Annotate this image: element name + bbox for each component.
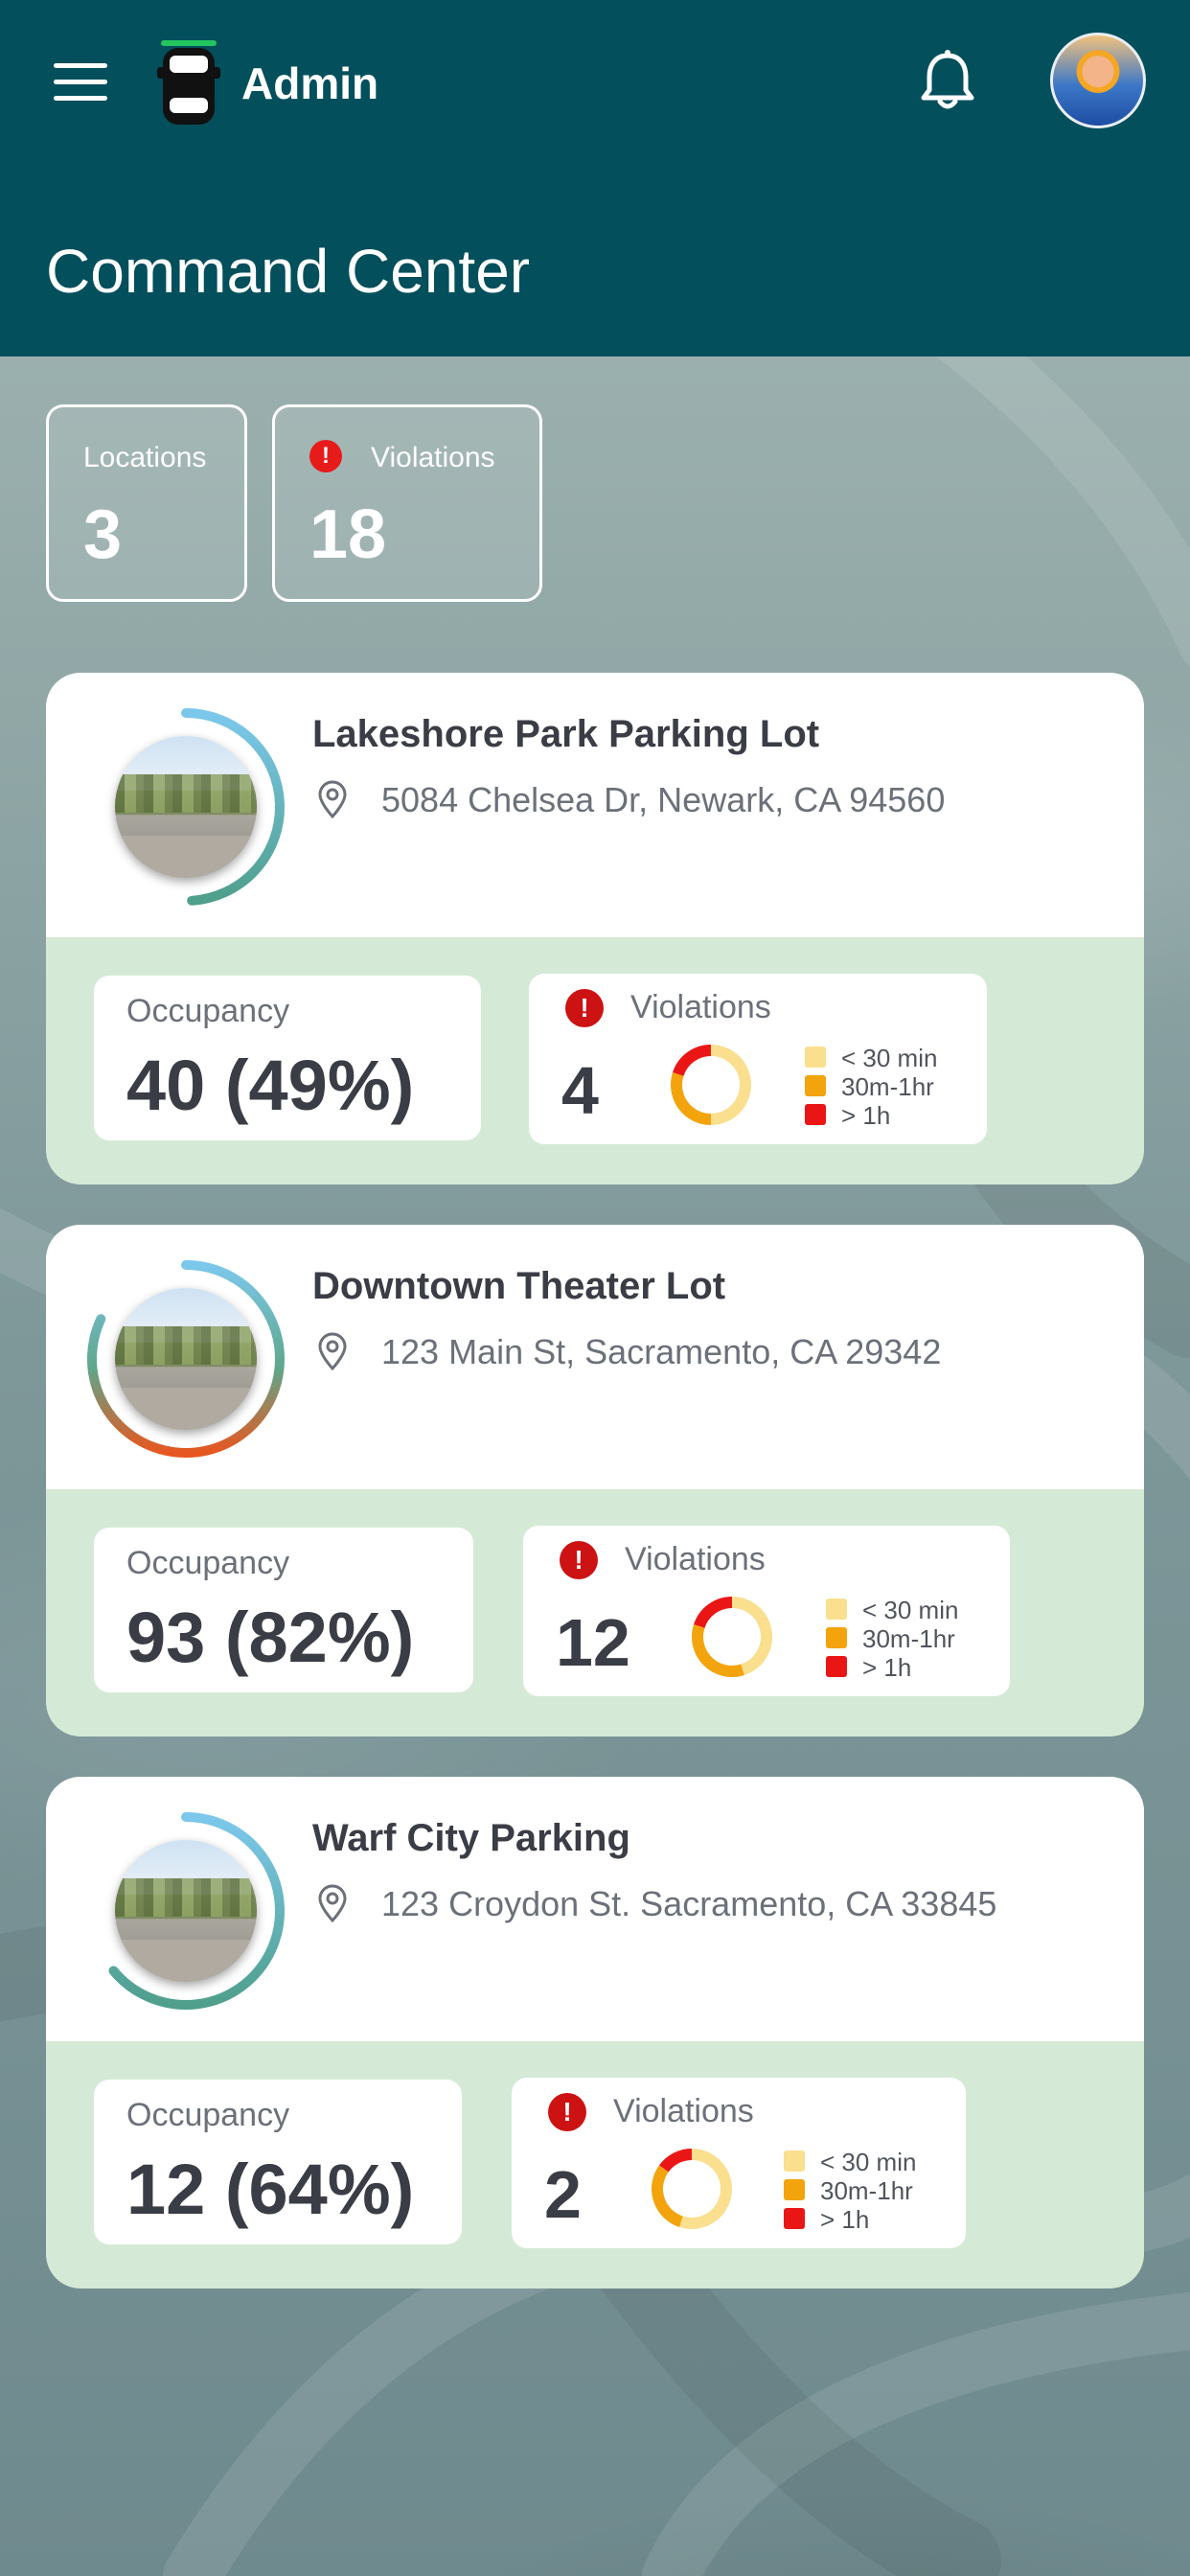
legend-lt30: < 30 min [820,2148,917,2176]
location-address: 5084 Chelsea Dr, Newark, CA 94560 [381,780,946,819]
donut-slice-30m-1h [652,2165,684,2227]
legend-lt30: < 30 min [841,1044,938,1072]
hamburger-menu-icon[interactable] [54,63,107,102]
location-name: Downtown Theater Lot [312,1265,726,1307]
alert-icon: ! [565,989,604,1027]
violations-stat-label: Violations [371,442,495,473]
user-avatar[interactable] [1050,33,1146,128]
alert-icon: ! [560,1541,598,1579]
location-address: 123 Main St, Sacramento, CA 29342 [381,1332,942,1371]
legend-gt1h: > 1h [841,1101,891,1130]
donut-slice-lt30 [731,1597,772,1675]
legend-30m-1h: 30m-1hr [841,1072,934,1101]
map-pin-icon [318,1884,347,1922]
occupancy-label: Occupancy [126,993,290,1029]
occupancy-box: Occupancy 12 (64%) [94,2080,462,2244]
violations-legend: < 30 min 30m-1hr > 1h [784,2147,918,2234]
location-name: Lakeshore Park Parking Lot [312,713,820,755]
donut-slice-gt1h [694,1597,733,1629]
legend-gt1h: > 1h [862,1653,912,1682]
violations-label: Violations [613,2093,754,2129]
occupancy-box: Occupancy 93 (82%) [94,1528,473,1692]
page-title: Command Center [46,237,531,306]
location-card[interactable]: Downtown Theater Lot 123 Main St, Sacram… [46,1225,1144,1736]
occupancy-label: Occupancy [126,1545,290,1581]
location-card-header: Lakeshore Park Parking Lot 5084 Chelsea … [46,673,1144,937]
location-card-header: Warf City Parking 123 Croydon St. Sacram… [46,1777,1144,2041]
alert-icon: ! [309,440,342,472]
location-card-header: Downtown Theater Lot 123 Main St, Sacram… [46,1225,1144,1489]
violations-label: Violations [630,989,771,1025]
donut-slice-30m-1h [692,1624,744,1677]
violations-value: 2 [544,2157,582,2232]
location-thumbnail [115,1840,257,1982]
bell-icon[interactable] [918,50,977,113]
occupancy-value: 12 (64%) [126,2150,415,2229]
app-title: Admin [241,58,379,108]
donut-slice-lt30 [710,1045,751,1125]
violations-box[interactable]: ! Violations 4 < 30 min 30m-1hr > 1h [529,974,987,1144]
violations-donut-chart [652,2149,732,2229]
location-thumbnail [115,736,257,878]
occupancy-label: Occupancy [126,2097,290,2133]
location-card[interactable]: Lakeshore Park Parking Lot 5084 Chelsea … [46,673,1144,1184]
legend-gt1h: > 1h [820,2205,870,2234]
legend-lt30: < 30 min [862,1596,959,1624]
violations-value: 4 [561,1053,599,1128]
occupancy-value: 40 (49%) [126,1046,415,1125]
violations-value: 12 [556,1605,630,1680]
violations-box[interactable]: ! Violations 2 < 30 min 30m-1hr > 1h [512,2078,966,2248]
legend-30m-1h: 30m-1hr [862,1624,955,1653]
violations-donut-chart [692,1597,772,1677]
locations-stat-label: Locations [83,442,207,473]
location-thumbnail [115,1288,257,1430]
map-pin-icon [318,780,347,818]
alert-icon: ! [548,2093,586,2131]
violations-box[interactable]: ! Violations 12 < 30 min 30m-1hr > 1h [523,1526,1010,1696]
location-address: 123 Croydon St. Sacramento, CA 33845 [381,1884,997,1923]
locations-stat-card[interactable]: Locations 3 [46,404,247,602]
violations-donut-chart [671,1045,751,1125]
donut-slice-30m-1h [671,1072,712,1125]
occupancy-value: 93 (82%) [126,1598,415,1677]
locations-stat-value: 3 [83,496,123,573]
map-pin-icon [318,1332,347,1370]
legend-30m-1h: 30m-1hr [820,2176,913,2205]
violations-legend: < 30 min 30m-1hr > 1h [805,1043,939,1130]
location-name: Warf City Parking [312,1817,630,1859]
violations-legend: < 30 min 30m-1hr > 1h [826,1595,960,1682]
violations-label: Violations [625,1541,766,1577]
donut-slice-gt1h [673,1045,712,1077]
occupancy-box: Occupancy 40 (49%) [94,976,481,1140]
donut-slice-lt30 [679,2149,732,2229]
car-logo-icon [157,40,220,125]
donut-slice-gt1h [659,2149,693,2173]
violations-stat-card[interactable]: ! Violations 18 [272,404,542,602]
violations-stat-value: 18 [309,496,387,573]
app-header: Admin Command Center [0,0,1190,356]
location-card[interactable]: Warf City Parking 123 Croydon St. Sacram… [46,1777,1144,2288]
